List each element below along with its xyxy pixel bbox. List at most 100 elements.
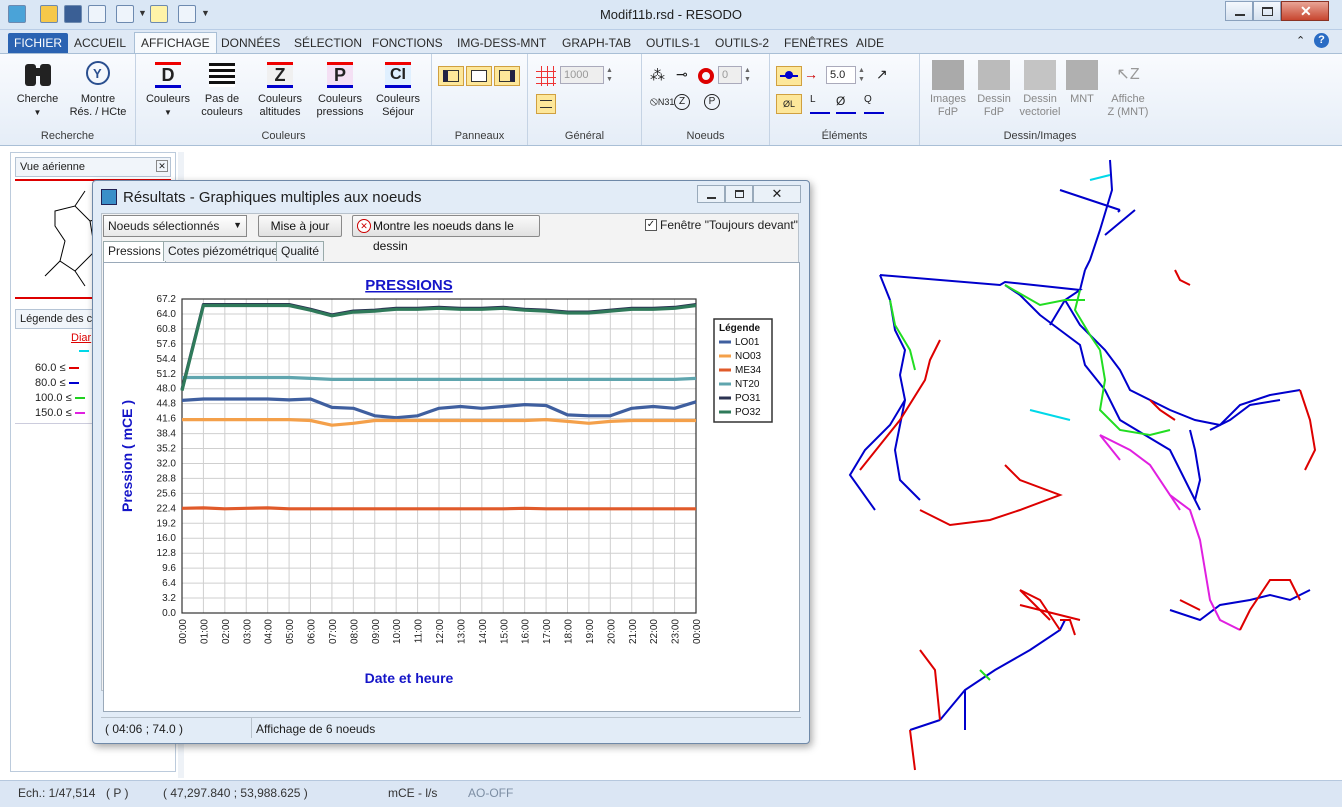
- mnt-button[interactable]: MNT: [1064, 60, 1100, 106]
- tab-fenetres[interactable]: FENÊTRES: [778, 33, 854, 53]
- dialog-close-button[interactable]: ✕: [753, 185, 801, 203]
- panel-both-icon[interactable]: [466, 66, 492, 86]
- units-readout: mCE - l/s: [388, 786, 438, 800]
- node-spin-arrows[interactable]: ▲ ▼: [744, 66, 751, 84]
- status-bar: Ech.: 1/47,514 ( P ) ( 47,297.840 ; 53,9…: [0, 780, 1342, 807]
- node-selection-dropdown[interactable]: Noeuds sélectionnés ▼: [103, 215, 247, 237]
- element-arrow-icon[interactable]: →: [804, 66, 824, 86]
- group-elements: → 5.0 ▲ ▼ ↗ ØL L Ø Q Éléments: [770, 54, 920, 145]
- legend-item: 80.0 ≤: [35, 376, 85, 391]
- tab-outils-2[interactable]: OUTILS-2: [709, 33, 775, 53]
- node-arrow-icon[interactable]: ⊸: [676, 66, 696, 86]
- element-diam-icon[interactable]: Ø: [836, 94, 856, 114]
- group-label-elements: Éléments: [821, 130, 868, 142]
- element-spin-input[interactable]: 5.0: [826, 66, 856, 84]
- tab-qualite[interactable]: Qualité: [276, 241, 325, 261]
- affiche-z-button[interactable]: ↖Z Affiche Z (MNT): [1104, 60, 1152, 119]
- dialog-maximize-button[interactable]: [725, 185, 753, 203]
- x-tick-label: 21:00: [628, 619, 639, 644]
- element-q-icon[interactable]: Q: [864, 94, 884, 114]
- update-button[interactable]: Mise à jour: [258, 215, 342, 237]
- x-tick-label: 01:00: [199, 619, 210, 644]
- grid-icon[interactable]: [536, 66, 556, 86]
- cherche-button[interactable]: Cherche ▼: [10, 60, 65, 119]
- dialog-title: Résultats - Graphiques multiples aux noe…: [123, 189, 422, 206]
- results-dialog: Résultats - Graphiques multiples aux noe…: [92, 180, 810, 744]
- x-axis-label: Date et heure: [365, 670, 454, 686]
- x-tick-label: 14:00: [478, 619, 489, 644]
- group-label-dessin: Dessin/Images: [1003, 130, 1077, 142]
- y-tick-label: 22.4: [157, 503, 177, 514]
- show-nodes-button[interactable]: Montre les noeuds dans le dessin: [352, 215, 540, 253]
- element-diam-l-icon[interactable]: ØL: [776, 94, 802, 114]
- y-tick-label: 16.0: [157, 533, 177, 544]
- colors-d-icon: D: [152, 60, 184, 90]
- panel-left-icon[interactable]: [438, 66, 464, 86]
- group-label-noeuds: Noeuds: [686, 130, 725, 142]
- settings-slider-icon[interactable]: [536, 94, 556, 114]
- always-front-checkbox[interactable]: ✓: [645, 219, 657, 231]
- collapse-ribbon-icon[interactable]: ⌃: [1296, 34, 1305, 47]
- pressure-chart[interactable]: 67.2 64.0 60.8 57.6 54.4 51.2 48.0 44.8 41.6 38.4…: [104, 263, 799, 711]
- y-tick-label: 64.0: [157, 309, 177, 320]
- legend-swatch: [74, 397, 85, 400]
- couleurs-sejour-button[interactable]: CI Couleurs Séjour: [372, 60, 424, 119]
- dropdown-chevron-icon: ▼: [233, 220, 242, 230]
- network-map[interactable]: [820, 150, 1342, 778]
- close-button[interactable]: ✕: [1281, 1, 1329, 21]
- x-tick-label: 12:00: [435, 619, 446, 644]
- tab-aide[interactable]: AIDE: [850, 33, 890, 53]
- y-tick-label: 12.8: [157, 548, 177, 559]
- element-spin-arrows[interactable]: ▲ ▼: [858, 66, 865, 84]
- montre-res-button[interactable]: Y Montre Rés. / HCte: [66, 60, 130, 119]
- x-tick-label: 20:00: [606, 619, 617, 644]
- x-tick-label: 00:00: [692, 619, 703, 644]
- element-zigzag-icon[interactable]: ↗: [876, 66, 896, 86]
- tab-accueil[interactable]: ACCUEIL: [68, 33, 132, 53]
- y-tick-label: 41.6: [157, 414, 177, 425]
- y-tick-label: 60.8: [157, 324, 177, 335]
- tab-outils-1[interactable]: OUTILS-1: [640, 33, 706, 53]
- element-blue-line-icon[interactable]: [776, 66, 802, 86]
- node-n31-icon[interactable]: ⦸N31: [650, 94, 674, 109]
- grid-spin-input[interactable]: 1000: [560, 66, 604, 84]
- y-tick-label: 38.4: [157, 429, 177, 440]
- tab-img-dess-mnt[interactable]: IMG-DESS-MNT: [451, 33, 552, 53]
- panel-right-icon[interactable]: [494, 66, 520, 86]
- tab-donnees[interactable]: DONNÉES: [215, 33, 286, 53]
- title-bar: ▼ ▼ Modif11b.rsd - RESODO ✕: [0, 0, 1342, 30]
- dessin-vectoriel-button[interactable]: Dessin vectoriel: [1016, 60, 1064, 119]
- node-red-circle-icon[interactable]: [698, 68, 714, 84]
- images-fdp-icon: [932, 60, 964, 90]
- tab-graph-tab[interactable]: GRAPH-TAB: [556, 33, 637, 53]
- minimize-button[interactable]: [1225, 1, 1253, 21]
- maximize-button[interactable]: [1253, 1, 1281, 21]
- tab-selection[interactable]: SÉLECTION: [288, 33, 368, 53]
- tab-pressions[interactable]: Pressions: [103, 241, 166, 262]
- element-l-icon[interactable]: L: [810, 94, 830, 114]
- help-icon[interactable]: ?: [1314, 33, 1329, 48]
- series-line-me34: [181, 506, 696, 511]
- pas-de-couleurs-button[interactable]: Pas de couleurs: [196, 60, 248, 119]
- couleurs-pressions-button[interactable]: P Couleurs pressions: [312, 60, 368, 119]
- aerial-close-icon[interactable]: ✕: [156, 160, 168, 172]
- images-fdp-button[interactable]: Images FdP: [924, 60, 972, 119]
- node-z-icon[interactable]: Z: [674, 94, 690, 110]
- tab-fichier[interactable]: FICHIER: [8, 33, 68, 53]
- node-p-icon[interactable]: P: [704, 94, 720, 110]
- dessin-fdp-button[interactable]: Dessin FdP: [972, 60, 1016, 119]
- tab-fonctions[interactable]: FONCTIONS: [366, 33, 449, 53]
- node-cluster-icon[interactable]: ⁂: [650, 66, 670, 86]
- tab-cotes-piezometriques[interactable]: Cotes piézométriques: [163, 241, 290, 261]
- legend-swatch: [74, 412, 85, 415]
- node-spin-input[interactable]: 0: [718, 66, 742, 84]
- couleurs-button[interactable]: D Couleurs ▼: [142, 60, 194, 119]
- y-tick-label: 57.6: [157, 339, 177, 350]
- x-tick-label: 08:00: [349, 619, 360, 644]
- y-tick-label: 0.0: [162, 608, 176, 619]
- grid-spin-arrows[interactable]: ▲ ▼: [606, 66, 613, 84]
- dialog-minimize-button[interactable]: [697, 185, 725, 203]
- couleurs-altitudes-button[interactable]: Z Couleurs altitudes: [252, 60, 308, 119]
- tab-affichage[interactable]: AFFICHAGE: [134, 32, 217, 53]
- dessin-fdp-icon: [978, 60, 1010, 90]
